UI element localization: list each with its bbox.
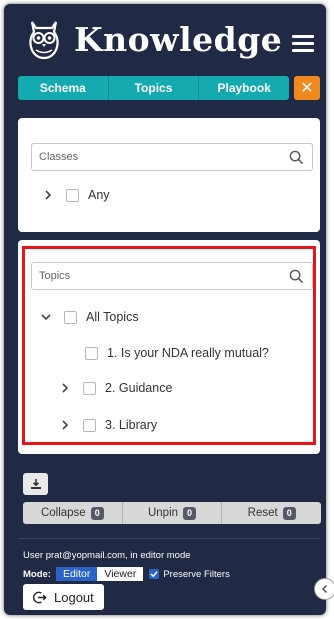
- tab-topics[interactable]: Topics: [108, 76, 200, 100]
- all-topics-checkbox[interactable]: [64, 310, 77, 324]
- chevron-right-icon[interactable]: [42, 189, 54, 201]
- chevron-down-icon[interactable]: [40, 311, 52, 323]
- topics-panel: All Topics 1. Is your NDA really mutual?…: [18, 240, 320, 454]
- chevron-right-icon[interactable]: [59, 419, 71, 431]
- header: Knowledge: [4, 4, 326, 76]
- search-icon[interactable]: [289, 269, 304, 284]
- topics-search-box: [31, 262, 313, 290]
- brand-title: Knowledge: [74, 20, 283, 59]
- editor-mode-button[interactable]: Editor: [55, 567, 98, 581]
- close-button[interactable]: ✕: [294, 76, 320, 100]
- reset-label: Reset: [247, 507, 278, 519]
- tab-schema[interactable]: Schema: [18, 76, 109, 100]
- mode-row: Mode: Editor Viewer Preserve Filters: [23, 567, 230, 581]
- logout-label: Logout: [54, 589, 94, 605]
- classes-search-box: [31, 143, 313, 171]
- any-label: Any: [88, 188, 110, 202]
- topics-search-input[interactable]: [39, 270, 269, 282]
- topic-item-all-topics: All Topics: [40, 307, 139, 327]
- unpin-label: Unpin: [147, 507, 179, 519]
- viewer-mode-button[interactable]: Viewer: [97, 567, 144, 581]
- download-icon: [30, 479, 41, 489]
- topic-item-nda: 1. Is your NDA really mutual?: [85, 343, 269, 363]
- owl-icon: [29, 21, 59, 60]
- classes-search-input[interactable]: [39, 151, 269, 163]
- all-topics-label: All Topics: [86, 310, 139, 324]
- classes-panel: Any: [18, 118, 320, 232]
- guidance-label: 2. Guidance: [105, 381, 173, 395]
- action-bar: Collapse 0 Unpin 0 Reset 0: [23, 502, 322, 524]
- unpin-button[interactable]: Unpin 0: [122, 502, 223, 524]
- logout-button[interactable]: Logout: [23, 584, 104, 610]
- reset-button[interactable]: Reset 0: [222, 502, 322, 524]
- topic-item-guidance: 2. Guidance: [59, 378, 172, 398]
- collapse-count-badge: 0: [90, 506, 104, 520]
- preserve-filters-checkbox[interactable]: [149, 569, 160, 579]
- nda-checkbox[interactable]: [85, 346, 98, 360]
- knowledge-app: Knowledge Schema Topics Playbook ✕ Any: [4, 4, 326, 615]
- hamburger-icon[interactable]: [292, 35, 314, 53]
- reset-count-badge: 0: [282, 506, 296, 520]
- user-info: User prat@yopmail.com, in editor mode: [23, 550, 191, 561]
- library-label: 3. Library: [105, 418, 158, 432]
- mode-label: Mode:: [23, 568, 51, 580]
- download-button[interactable]: [23, 473, 48, 495]
- nda-label: 1. Is your NDA really mutual?: [107, 346, 269, 360]
- chevron-left-icon: [321, 584, 328, 594]
- divider: [18, 538, 320, 539]
- preserve-filters-label: Preserve Filters: [163, 568, 230, 580]
- library-checkbox[interactable]: [83, 418, 96, 432]
- topic-item-library: 3. Library: [59, 415, 157, 435]
- logout-icon: [33, 591, 47, 603]
- nav-tabs: Schema Topics Playbook: [18, 76, 290, 100]
- list-item-any: Any: [42, 185, 110, 205]
- collapse-button[interactable]: Collapse 0: [23, 502, 123, 524]
- search-icon[interactable]: [289, 150, 304, 165]
- chevron-right-icon[interactable]: [59, 382, 71, 394]
- tab-playbook[interactable]: Playbook: [199, 76, 290, 100]
- unpin-count-badge: 0: [183, 506, 197, 520]
- check-icon: [150, 571, 158, 578]
- any-checkbox[interactable]: [66, 188, 79, 202]
- collapse-label: Collapse: [40, 507, 86, 519]
- guidance-checkbox[interactable]: [83, 381, 96, 395]
- side-toggle-button[interactable]: [314, 578, 334, 600]
